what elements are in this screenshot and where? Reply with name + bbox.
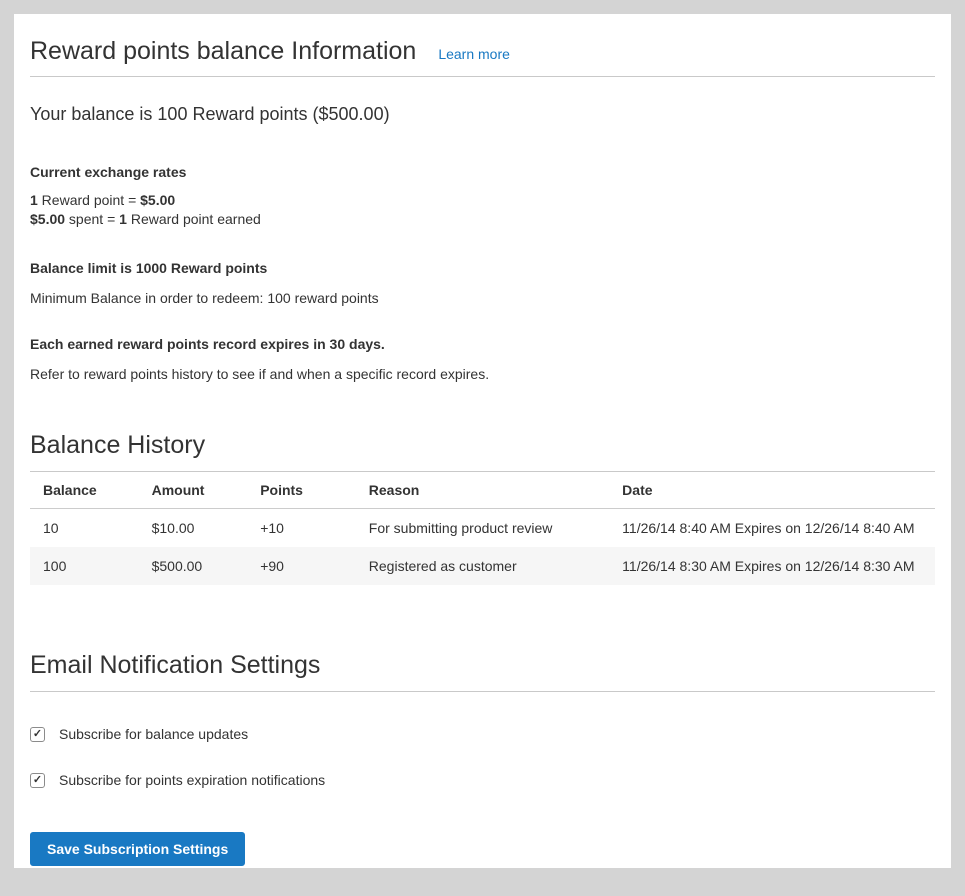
- earn-rate-suffix: Reward point earned: [127, 211, 261, 227]
- email-settings-divider: [30, 691, 935, 692]
- exchange-rates-heading: Current exchange rates: [30, 163, 935, 181]
- redeem-rate-text: Reward point =: [38, 192, 140, 208]
- cell-reason: Registered as customer: [356, 547, 609, 585]
- header-divider: [30, 76, 935, 77]
- column-header-points: Points: [247, 472, 356, 509]
- earn-rate-line: $5.00 spent = 1 Reward point earned: [30, 211, 261, 227]
- expiration-policy-text: Each earned reward points record expires…: [30, 335, 935, 353]
- cell-balance: 10: [30, 509, 139, 548]
- cell-date: 11/26/14 8:30 AM Expires on 12/26/14 8:3…: [609, 547, 935, 585]
- learn-more-link[interactable]: Learn more: [438, 46, 510, 62]
- expiration-notifications-checkbox[interactable]: ✓: [30, 773, 45, 788]
- exchange-rates-text: 1 Reward point = $5.00$5.00 spent = 1 Re…: [30, 191, 935, 229]
- earn-rate-value: $5.00: [30, 211, 65, 227]
- redeem-rate-value: $5.00: [140, 192, 175, 208]
- checkmark-icon: ✓: [33, 729, 42, 740]
- table-header: Balance Amount Points Reason Date: [30, 472, 935, 509]
- column-header-reason: Reason: [356, 472, 609, 509]
- balance-history-title: Balance History: [30, 429, 935, 461]
- redeem-rate-points: 1: [30, 192, 38, 208]
- page-header: Reward points balance Information Learn …: [30, 36, 935, 66]
- cell-reason: For submitting product review: [356, 509, 609, 548]
- expiration-notifications-label[interactable]: Subscribe for points expiration notifica…: [59, 772, 325, 788]
- balance-history-table: Balance Amount Points Reason Date 10 $10…: [30, 472, 935, 585]
- cell-points: +90: [247, 547, 356, 585]
- cell-amount: $500.00: [139, 547, 248, 585]
- earn-rate-text: spent =: [65, 211, 119, 227]
- cell-amount: $10.00: [139, 509, 248, 548]
- email-settings-title: Email Notification Settings: [30, 649, 935, 681]
- balance-updates-label[interactable]: Subscribe for balance updates: [59, 726, 248, 742]
- cell-balance: 100: [30, 547, 139, 585]
- column-header-balance: Balance: [30, 472, 139, 509]
- column-header-amount: Amount: [139, 472, 248, 509]
- reward-points-card: Reward points balance Information Learn …: [14, 14, 951, 868]
- page-title: Reward points balance Information: [30, 36, 416, 66]
- table-row: 100 $500.00 +90 Registered as customer 1…: [30, 547, 935, 585]
- balance-summary: Your balance is 100 Reward points ($500.…: [30, 103, 935, 125]
- checkmark-icon: ✓: [33, 775, 42, 786]
- minimum-balance-text: Minimum Balance in order to redeem: 100 …: [30, 289, 935, 307]
- expiration-notifications-field: ✓ Subscribe for points expiration notifi…: [30, 772, 935, 788]
- cell-date: 11/26/14 8:40 AM Expires on 12/26/14 8:4…: [609, 509, 935, 548]
- balance-limit-text: Balance limit is 1000 Reward points: [30, 259, 935, 277]
- save-subscription-settings-button[interactable]: Save Subscription Settings: [30, 832, 245, 866]
- balance-updates-field: ✓ Subscribe for balance updates: [30, 726, 935, 742]
- expiration-note-text: Refer to reward points history to see if…: [30, 365, 935, 383]
- column-header-date: Date: [609, 472, 935, 509]
- table-body: 10 $10.00 +10 For submitting product rev…: [30, 509, 935, 586]
- redeem-rate-line: 1 Reward point = $5.00: [30, 192, 175, 208]
- earn-rate-points: 1: [119, 211, 127, 227]
- table-header-row: Balance Amount Points Reason Date: [30, 472, 935, 509]
- cell-points: +10: [247, 509, 356, 548]
- balance-updates-checkbox[interactable]: ✓: [30, 727, 45, 742]
- table-row: 10 $10.00 +10 For submitting product rev…: [30, 509, 935, 548]
